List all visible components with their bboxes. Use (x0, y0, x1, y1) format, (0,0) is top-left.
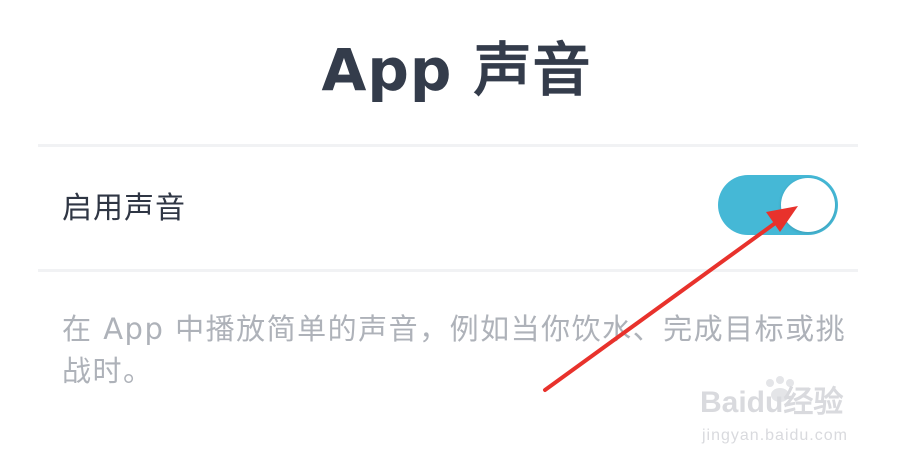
divider (38, 269, 858, 272)
enable-sound-row[interactable]: 启用声音 (38, 147, 858, 269)
enable-sound-toggle[interactable] (718, 175, 838, 235)
toggle-knob[interactable] (781, 178, 835, 232)
page-title: App 声音 (321, 36, 592, 104)
enable-sound-label: 启用声音 (62, 191, 186, 226)
baidu-watermark: Baidu经验 jingyan.baidu.com (700, 375, 900, 455)
watermark-logo: Baidu经验 (700, 386, 844, 419)
watermark-url: jingyan.baidu.com (702, 427, 848, 444)
